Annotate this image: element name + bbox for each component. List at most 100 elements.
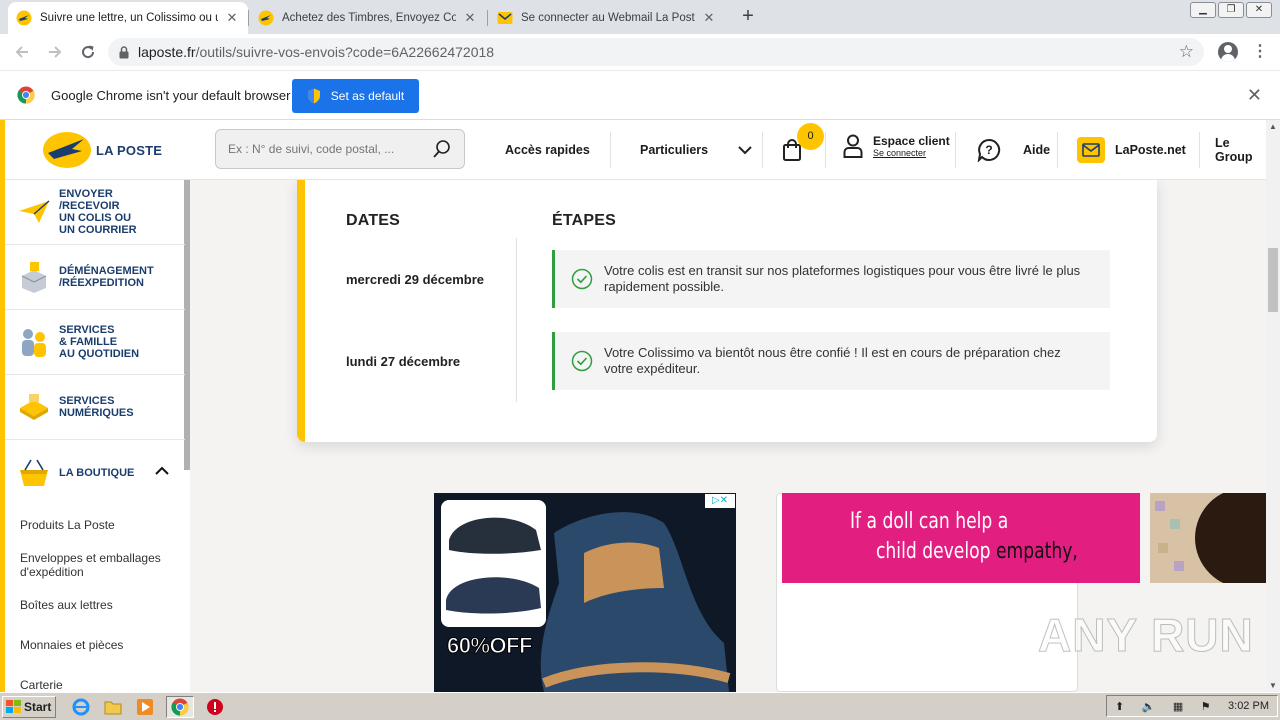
scroll-up-icon[interactable]: ▲ xyxy=(1269,122,1277,131)
step-text: Votre Colissimo va bientôt nous être con… xyxy=(604,345,1061,376)
tab-webmail[interactable]: Se connecter au Webmail La Poste – ✕ xyxy=(489,2,725,34)
profile-icon[interactable] xyxy=(1218,42,1238,62)
restore-icon[interactable]: ❐ xyxy=(1218,2,1244,18)
child-photo-ad[interactable] xyxy=(1150,493,1266,583)
flag-icon[interactable]: ⚑ xyxy=(1201,700,1211,713)
bookmark-star-icon[interactable]: ☆ xyxy=(1179,43,1194,61)
tab-title: Se connecter au Webmail La Poste – xyxy=(521,12,695,24)
back-arrow-icon[interactable] xyxy=(8,38,36,66)
folder-icon[interactable] xyxy=(102,696,124,718)
header-separator xyxy=(1057,132,1058,168)
acces-rapides-link[interactable]: Accès rapides xyxy=(505,120,590,180)
aide-link[interactable]: ? Aide xyxy=(977,120,1050,180)
volume-icon[interactable]: 🔈 xyxy=(1142,700,1156,713)
close-tab-icon[interactable]: ✕ xyxy=(224,10,240,26)
start-label: Start xyxy=(24,699,52,714)
close-infobar-icon[interactable]: ✕ xyxy=(1247,86,1262,104)
start-button[interactable]: Start xyxy=(2,695,56,718)
se-connecter-link[interactable]: Se connecter xyxy=(873,148,950,158)
user-icon xyxy=(843,134,863,158)
check-circle-icon xyxy=(571,268,593,290)
sidebar-item-label: ENVOYER /RECEVOIR UN COLIS OU UN COURRIE… xyxy=(59,188,137,236)
header-separator xyxy=(955,132,956,168)
network-icon[interactable]: ▦ xyxy=(1173,700,1183,713)
aide-label: Aide xyxy=(1023,143,1051,157)
sub-link-monnaies[interactable]: Monnaies et pièces xyxy=(20,638,123,652)
system-tray: ⬆ 🔈 ▦ ⚑ 3:02 PM xyxy=(1106,695,1278,717)
le-groupe-link[interactable]: Le Group xyxy=(1215,120,1266,180)
anyrun-watermark: ANY RUN xyxy=(1038,609,1254,662)
shoe-ad[interactable]: 60%OFF ▷✕ xyxy=(434,493,736,692)
header-separator xyxy=(1199,132,1200,168)
doll-ad-line1: If a doll can help a xyxy=(850,509,1009,534)
search-icon[interactable] xyxy=(432,139,452,159)
sub-link-carterie[interactable]: Carterie xyxy=(20,678,63,692)
close-window-icon[interactable]: ✕ xyxy=(1246,2,1272,18)
sidebar-item-services-numeriques[interactable]: SERVICES NUMÉRIQUES xyxy=(5,375,185,440)
sub-link-boites[interactable]: Boîtes aux lettres xyxy=(20,598,113,612)
page-scrollbar[interactable]: ▲ ▼ xyxy=(1266,120,1280,692)
doll-ad-line2-a: child develop xyxy=(876,539,996,564)
forward-arrow-icon[interactable] xyxy=(41,38,69,66)
scroll-down-icon[interactable]: ▼ xyxy=(1269,681,1277,690)
minimize-icon[interactable]: ▁ xyxy=(1190,2,1216,18)
tab-timbres[interactable]: Achetez des Timbres, Envoyez Courri ✕ xyxy=(250,2,486,34)
steps-title: ÉTAPES xyxy=(552,212,617,229)
search-field[interactable] xyxy=(215,129,465,169)
scrollbar-thumb[interactable] xyxy=(1268,248,1278,312)
sub-link-enveloppes[interactable]: Enveloppes et emballages d'expédition xyxy=(20,551,161,579)
timeline-divider xyxy=(516,238,517,402)
event-date: mercredi 29 décembre xyxy=(346,272,485,287)
clock: 3:02 PM xyxy=(1228,700,1269,712)
sidebar-item-boutique[interactable]: LA BOUTIQUE xyxy=(5,440,185,505)
laposte-net-link[interactable]: LaPoste.net xyxy=(1077,120,1186,180)
new-tab-button[interactable]: + xyxy=(738,6,758,26)
default-browser-infobar: Google Chrome isn't your default browser… xyxy=(0,70,1280,120)
toolbar-right: ⋮ xyxy=(1218,42,1268,62)
cart-count-badge: 0 xyxy=(797,123,824,150)
set-as-default-label: Set as default xyxy=(330,89,405,103)
menu-dots-icon[interactable]: ⋮ xyxy=(1252,44,1268,60)
tab-separator xyxy=(248,10,249,26)
infobar-message: Google Chrome isn't your default browser xyxy=(51,87,291,103)
caps-image xyxy=(441,500,546,627)
stop-sign-icon[interactable] xyxy=(204,696,226,718)
svg-text:?: ? xyxy=(985,143,992,157)
header-separator xyxy=(762,132,763,168)
laposte-logo[interactable]: LA POSTE xyxy=(0,120,190,180)
address-bar[interactable]: laposte.fr/outils/suivre-vos-envois?code… xyxy=(108,38,1204,66)
chrome-taskbar-icon[interactable] xyxy=(166,695,194,718)
sidebar-item-services-famille[interactable]: SERVICES & FAMILLE AU QUOTIDIEN xyxy=(5,310,185,375)
lock-icon xyxy=(118,45,130,59)
url-domain: laposte.fr xyxy=(138,44,196,60)
chrome-logo-icon xyxy=(17,86,35,104)
adchoices-icon[interactable]: ▷✕ xyxy=(705,494,735,508)
espace-client-label: Espace client xyxy=(873,134,950,148)
media-player-icon[interactable] xyxy=(134,696,156,718)
windows-taskbar: Start ⬆ 🔈 ▦ ⚑ 3:02 PM xyxy=(0,692,1280,720)
reload-icon[interactable] xyxy=(74,38,102,66)
sidebar-item-label: SERVICES & FAMILLE AU QUOTIDIEN xyxy=(59,324,140,360)
sidebar-item-demenagement[interactable]: DÉMÉNAGEMENT /RÉEXPEDITION xyxy=(5,245,185,310)
set-as-default-button[interactable]: Set as default xyxy=(292,79,419,113)
tray-up-arrow-icon[interactable]: ⬆ xyxy=(1115,700,1124,713)
sub-link-produits[interactable]: Produits La Poste xyxy=(20,518,115,532)
particuliers-menu[interactable]: Particuliers xyxy=(640,120,752,180)
header-separator xyxy=(825,132,826,168)
tracking-card: DATES ÉTAPES mercredi 29 décembre Votre … xyxy=(297,180,1157,442)
web-page: DATES ÉTAPES mercredi 29 décembre Votre … xyxy=(0,120,1280,692)
tab-strip: Suivre une lettre, un Colissimo ou un ✕ … xyxy=(0,0,1280,34)
doll-ad[interactable]: If a doll can help a child develop empat… xyxy=(782,493,1140,583)
close-tab-icon[interactable]: ✕ xyxy=(462,10,478,26)
chevron-up-icon[interactable] xyxy=(155,466,169,476)
close-tab-icon[interactable]: ✕ xyxy=(701,10,717,26)
espace-client-link[interactable]: Espace client Se connecter xyxy=(843,134,950,158)
tracking-step: Votre Colissimo va bientôt nous être con… xyxy=(552,332,1110,390)
window-controls: ▁ ❐ ✕ xyxy=(1190,2,1272,18)
header-separator xyxy=(610,132,611,168)
search-input[interactable] xyxy=(228,142,428,156)
sidebar-item-envoyer[interactable]: ENVOYER /RECEVOIR UN COLIS OU UN COURRIE… xyxy=(5,180,185,245)
moving-box-icon xyxy=(21,262,47,293)
ie-icon[interactable] xyxy=(70,696,92,718)
tab-suivre[interactable]: Suivre une lettre, un Colissimo ou un ✕ xyxy=(8,2,248,34)
